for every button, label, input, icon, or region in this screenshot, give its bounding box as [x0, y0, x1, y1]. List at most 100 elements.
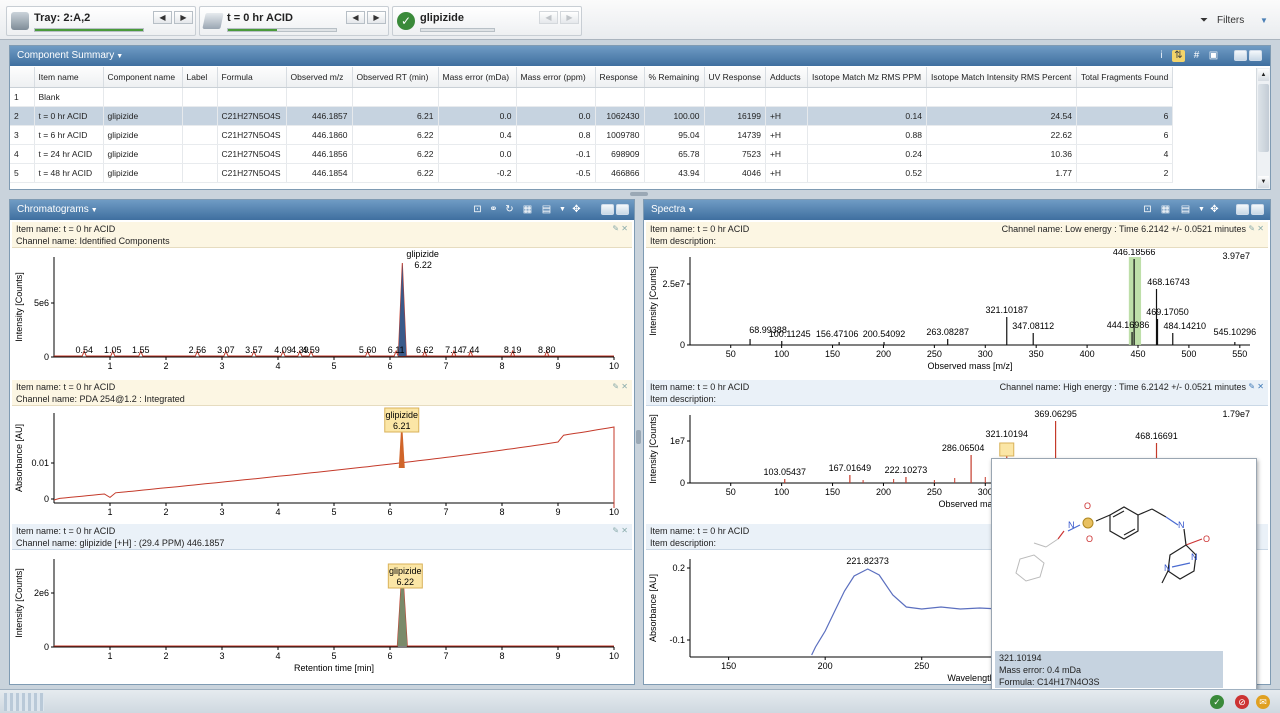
component-prev-button[interactable]: ◀ — [539, 11, 558, 24]
table-cell — [217, 87, 287, 107]
component-selector[interactable]: ✓ glipizide ◀ ▶ — [392, 6, 582, 36]
pin-close-icons[interactable]: ✎ ✕ — [1248, 223, 1264, 235]
filter-toggle-icon[interactable]: ⇅ — [1172, 50, 1185, 62]
palette-icon[interactable]: ▤ — [540, 204, 553, 216]
y-tick-label: 5e6 — [34, 298, 49, 308]
y-axis-label: Absorbance [AU] — [14, 424, 24, 492]
table-row[interactable]: 3t = 6 hr ACID glipizide C21H27N5O4S 446.18… — [10, 125, 1174, 145]
pin-close-icons[interactable]: ✎ ✕ — [1248, 381, 1264, 393]
y-max-label: 1.79e7 — [1222, 409, 1250, 419]
export-icon[interactable]: ▣ — [1207, 50, 1220, 62]
table-cell — [644, 87, 705, 107]
splitter-handle[interactable] — [636, 430, 641, 444]
chromatogram-2-plot[interactable]: 1 2 3 4 5 6 7 8 9 10 0 0.01 Absorbance [AU] glipizide… — [12, 407, 632, 523]
splitter-handle[interactable] — [630, 192, 648, 196]
column-header[interactable]: Isotope Match Mz RMS PPM — [807, 67, 927, 88]
sample-next-button[interactable]: ▶ — [367, 11, 386, 24]
table-cell: 6.21 — [352, 106, 439, 126]
refresh-icon[interactable]: ↻ — [503, 204, 516, 216]
move-icon[interactable]: ✥ — [1208, 204, 1221, 216]
minimize-button[interactable] — [1234, 50, 1247, 61]
move-icon[interactable]: ✥ — [570, 204, 583, 216]
grid-icon[interactable]: ▦ — [521, 204, 534, 216]
table-row[interactable]: 1 Blank — [10, 87, 1174, 107]
scroll-up-button[interactable]: ▲ — [1258, 69, 1269, 81]
x-tick-label: 10 — [609, 651, 619, 661]
table-row[interactable]: 4t = 24 hr ACID glipizide C21H27N5O4S 446.1… — [10, 144, 1174, 164]
table-cell — [438, 87, 517, 107]
check-icon: ✓ — [397, 12, 415, 30]
minimize-button[interactable] — [601, 204, 614, 215]
y-axis-label: Intensity [Counts] — [14, 568, 24, 638]
chromatogram-3-plot[interactable]: 1 2 3 4 5 6 7 8 9 10 0 2e6 Intensity [Counts] Retenti… — [12, 551, 632, 683]
column-header[interactable]: Formula — [217, 67, 287, 88]
column-header[interactable]: Adducts — [765, 67, 808, 88]
palette-icon[interactable]: ▤ — [1179, 204, 1192, 216]
maximize-button[interactable] — [1249, 50, 1262, 61]
column-header[interactable]: % Remaining — [644, 67, 705, 88]
hash-icon[interactable]: # — [1190, 50, 1203, 62]
column-header[interactable]: Observed m/z — [286, 67, 353, 88]
zoom-icon[interactable]: ⊡ — [471, 204, 484, 216]
summary-scrollbar[interactable]: ▲ ▼ — [1256, 68, 1270, 189]
column-header[interactable]: Total Fragments Found — [1076, 67, 1174, 88]
sample-prev-button[interactable]: ◀ — [346, 11, 365, 24]
tray-prev-button[interactable]: ◀ — [153, 11, 172, 24]
table-cell: 95.04 — [644, 125, 705, 145]
info-icon[interactable]: ⅰ — [1155, 50, 1168, 62]
chromatogram-1-plot[interactable]: 1 2 3 4 5 6 7 8 9 10 0 5e6 Intensity [Counts] 0.54 1.0… — [12, 249, 632, 379]
message-icon[interactable]: ✉ — [1256, 695, 1270, 709]
component-next-button[interactable]: ▶ — [560, 11, 579, 24]
column-header[interactable]: Response — [595, 67, 645, 88]
chevron-down-icon: ▼ — [90, 207, 98, 214]
tray-next-button[interactable]: ▶ — [174, 11, 193, 24]
chromatograms-header[interactable]: Chromatograms ▼ ⊡ ⚭ ↻ ▦ ▤ ▼ ✥ — [10, 200, 634, 220]
grid-icon[interactable]: ▦ — [1159, 204, 1172, 216]
chevron-down-icon[interactable]: ▼ — [556, 204, 569, 216]
x-tick-label: 9 — [555, 507, 560, 517]
x-tick-label: 8 — [499, 361, 504, 371]
column-header[interactable]: Label — [182, 67, 218, 88]
x-tick-label: 6 — [387, 651, 392, 661]
peak-label: 545.10296 — [1214, 327, 1257, 337]
pin-close-icons[interactable]: ✎ ✕ — [612, 223, 628, 235]
column-header[interactable]: Item name — [34, 67, 104, 88]
table-cell: 1062430 — [595, 106, 645, 126]
x-tick-label: 7 — [443, 361, 448, 371]
row-number-header[interactable] — [10, 67, 35, 88]
chevron-down-icon[interactable]: ▼ — [1195, 204, 1208, 216]
scroll-down-button[interactable]: ▼ — [1258, 176, 1269, 188]
x-tick-label: 450 — [1130, 349, 1145, 359]
minimize-button[interactable] — [1236, 204, 1249, 215]
column-header[interactable]: Mass error (mDa) — [438, 67, 517, 88]
table-cell: t = 48 hr ACID — [34, 163, 104, 183]
column-header[interactable]: UV Response — [704, 67, 766, 88]
ok-status-icon[interactable]: ✓ — [1210, 695, 1224, 709]
spectra-header[interactable]: Spectra ▼ ⊡ ▦ ▤ ▼ ✥ — [644, 200, 1270, 220]
blocked-icon[interactable]: ⊘ — [1235, 695, 1249, 709]
scroll-thumb[interactable] — [1258, 84, 1269, 152]
column-header[interactable]: Isotope Match Intensity RMS Percent — [926, 67, 1077, 88]
column-header[interactable]: Observed RT (min) — [352, 67, 439, 88]
pin-close-icons[interactable]: ✎ ✕ — [612, 525, 628, 537]
sample-selector[interactable]: t = 0 hr ACID ◀ ▶ — [199, 6, 389, 36]
pin-close-icons[interactable]: ✎ ✕ — [612, 381, 628, 393]
zoom-icon[interactable]: ⊡ — [1141, 204, 1154, 216]
overlay-icon[interactable]: ⚭ — [487, 204, 500, 216]
table-row[interactable]: 2t = 0 hr ACID glipizide C21H27N5O4S 446.18… — [10, 106, 1174, 126]
tray-selector[interactable]: Tray: 2:A,2 ◀ ▶ — [6, 6, 196, 36]
minor-peak-label: 4.59 — [302, 345, 320, 355]
column-header[interactable]: Mass error (ppm) — [516, 67, 596, 88]
table-cell: 446.1856 — [286, 144, 353, 164]
minor-peak-label: 6.11 — [388, 345, 405, 355]
component-summary-header[interactable]: Component Summary ▼ ⅰ ⇅ # ▣ — [10, 46, 1270, 66]
filters-button[interactable]: ⏷ Filters ▼ — [1192, 10, 1272, 32]
table-cell — [286, 87, 353, 107]
spectrum-1-plot[interactable]: 50 100 150 200 250 300 350 400 450 500 550 0 2.5e7 In… — [646, 249, 1268, 379]
maximize-button[interactable] — [616, 204, 629, 215]
column-header[interactable]: Component name — [103, 67, 183, 88]
table-cell: 24.54 — [926, 106, 1077, 126]
table-row[interactable]: 5t = 48 hr ACID glipizide C21H27N5O4S 446.1… — [10, 163, 1174, 183]
maximize-button[interactable] — [1251, 204, 1264, 215]
x-tick-label: 6 — [387, 361, 392, 371]
